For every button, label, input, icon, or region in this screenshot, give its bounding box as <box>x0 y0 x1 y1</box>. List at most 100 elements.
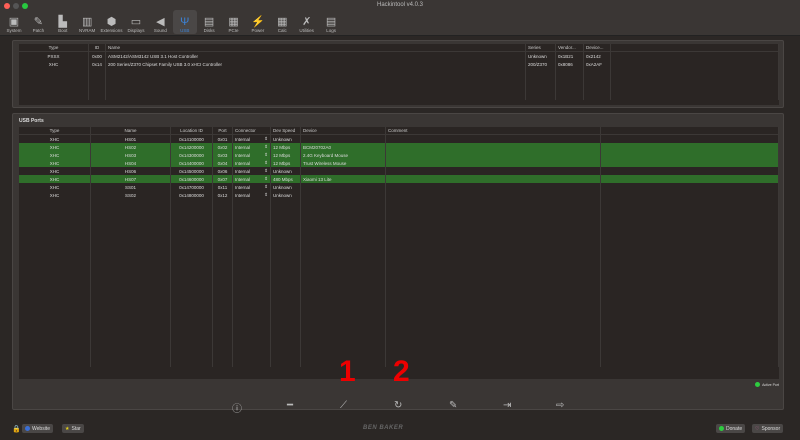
table-row[interactable]: XHC HS02 0x14200000 0x02 Internal ⇕ 12 Mbps BCM… <box>19 143 779 151</box>
empty-cell <box>19 319 91 327</box>
table-cell: HS07 <box>91 175 171 183</box>
column-header[interactable]: Name <box>106 44 526 51</box>
empty-cell <box>91 247 171 255</box>
toolbar-label: Extensions <box>100 28 123 33</box>
table-row[interactable]: PXSX 0x00 ASM2142/ASM3142 USB 3.1 Host Con… <box>19 52 779 60</box>
empty-cell <box>611 68 779 76</box>
table-cell <box>601 143 779 151</box>
connector-dropdown-icon[interactable]: ⇕ <box>264 176 268 182</box>
toolbar-sound[interactable]: ◀ Sound <box>148 10 172 34</box>
toolbar-pcie[interactable]: ▦ PCIe <box>222 10 246 34</box>
empty-cell <box>171 231 213 239</box>
toolbar-calc[interactable]: ▦ Calc <box>270 10 294 34</box>
table-row[interactable]: XHC HS04 0x14400000 0x04 Internal ⇕ 12 Mbps Tru… <box>19 159 779 167</box>
column-header[interactable]: Connector <box>233 127 271 134</box>
column-header[interactable]: Comment <box>386 127 601 134</box>
table-row[interactable]: XHC HS01 0x14100000 0x01 Internal ⇕ Unknown <box>19 135 779 143</box>
toolbar-power[interactable]: ⚡ Power <box>246 10 270 34</box>
empty-cell <box>19 311 91 319</box>
empty-cell <box>233 311 271 319</box>
connector-dropdown-icon[interactable]: ⇕ <box>264 144 268 150</box>
toolbar-usb[interactable]: Ψ USB <box>172 10 197 34</box>
empty-cell <box>213 343 233 351</box>
toolbar-utilities[interactable]: ✗ Utilities <box>295 10 319 34</box>
table-cell: Unknown <box>271 191 301 199</box>
empty-cell <box>233 319 271 327</box>
active-port-dot <box>755 382 761 387</box>
column-header[interactable]: Name <box>91 127 171 134</box>
table-cell: XHC <box>19 151 91 159</box>
empty-cell <box>171 351 213 359</box>
connector-dropdown-icon[interactable]: ⇕ <box>264 192 268 198</box>
website-button[interactable]: Website <box>22 424 53 433</box>
column-header[interactable]: Device <box>301 127 386 134</box>
column-header[interactable]: Series <box>526 44 556 51</box>
empty-cell <box>91 343 171 351</box>
table-cell: Internal ⇕ <box>233 183 271 191</box>
toolbar-logs[interactable]: ▤ Logs <box>319 10 343 34</box>
empty-row <box>19 76 779 84</box>
table-row[interactable]: XHC SS01 0x14700000 0x11 Internal ⇕ Unknown <box>19 183 779 191</box>
toolbar-patch[interactable]: ✎ Patch <box>26 10 50 34</box>
toolbar-boot[interactable]: ▙ Boot <box>51 10 75 34</box>
empty-cell <box>526 68 556 76</box>
empty-cell <box>19 199 91 207</box>
empty-cell <box>171 287 213 295</box>
star-button[interactable]: ★ Star <box>62 424 84 433</box>
export-icon[interactable]: ⇨ <box>556 400 564 411</box>
toolbar-displays[interactable]: ▭ Displays <box>124 10 148 34</box>
column-header[interactable]: Location ID <box>171 127 213 134</box>
toolbar-extensions[interactable]: ⬢ Extensions <box>100 10 124 34</box>
import-icon[interactable]: ⇥ <box>503 400 511 411</box>
empty-cell <box>19 76 89 84</box>
empty-cell <box>91 287 171 295</box>
column-header[interactable]: Vendor... <box>556 44 584 51</box>
sponsor-button[interactable]: ♡ Sponsor <box>752 424 784 433</box>
column-header[interactable]: Type <box>19 127 91 134</box>
info-icon[interactable]: ⓘ <box>232 400 242 415</box>
connector-dropdown-icon[interactable]: ⇕ <box>264 168 268 174</box>
table-row[interactable]: XHC SS02 0x14800000 0x12 Internal ⇕ Unknown <box>19 191 779 199</box>
connector-dropdown-icon[interactable]: ⇕ <box>264 184 268 190</box>
empty-cell <box>19 68 89 76</box>
toolbar-nvram[interactable]: ▥ NVRAM <box>75 10 99 34</box>
column-header[interactable]: ID <box>89 44 106 51</box>
refresh-icon[interactable]: ↻ <box>394 400 402 411</box>
table-row[interactable]: XHC HS06 0x14500000 0x06 Internal ⇕ Unknown <box>19 167 779 175</box>
column-header[interactable]: Type <box>19 44 89 51</box>
column-header[interactable]: Port <box>213 127 233 134</box>
inject-pen-icon[interactable]: ✎ <box>449 400 457 411</box>
empty-cell <box>271 343 301 351</box>
table-cell: XHC <box>19 159 91 167</box>
empty-cell <box>213 311 233 319</box>
empty-cell <box>301 343 386 351</box>
empty-cell <box>301 303 386 311</box>
toolbar-system[interactable]: ▣ System <box>2 10 26 34</box>
column-header[interactable]: Device... <box>584 44 611 51</box>
connector-dropdown-icon[interactable]: ⇕ <box>264 160 268 166</box>
empty-cell <box>601 319 779 327</box>
empty-cell <box>171 223 213 231</box>
donate-button[interactable]: Donate <box>716 424 746 433</box>
table-row[interactable]: XHC HS03 0x14300000 0x03 Internal ⇕ 12 Mbps 2.4… <box>19 151 779 159</box>
connector-dropdown-icon[interactable]: ⇕ <box>264 152 268 158</box>
remove-icon[interactable]: ━ <box>287 400 293 411</box>
sound-icon: ◀ <box>156 16 165 28</box>
empty-cell <box>526 84 556 92</box>
empty-cell <box>19 207 91 215</box>
table-cell: 0x14600000 <box>171 175 213 183</box>
toolbar-label: Power <box>251 28 265 33</box>
empty-cell <box>233 271 271 279</box>
table-cell <box>386 143 601 151</box>
table-cell: Internal ⇕ <box>233 151 271 159</box>
table-cell: Internal ⇕ <box>233 135 271 143</box>
table-row[interactable]: XHC HS07 0x14600000 0x07 Internal ⇕ 480 Mbps Xi… <box>19 175 779 183</box>
table-row[interactable]: XHC 0x14 200 Series/Z370 Chipset Family US… <box>19 60 779 68</box>
clear-broom-icon[interactable]: ⟋ <box>340 400 347 411</box>
column-header[interactable]: Dev Speed <box>271 127 301 134</box>
toolbar-disks[interactable]: ▤ Disks <box>197 10 221 34</box>
system-icon: ▣ <box>8 16 20 28</box>
empty-row <box>19 92 779 100</box>
lock-icon[interactable]: 🔒 <box>12 425 21 433</box>
connector-dropdown-icon[interactable]: ⇕ <box>264 136 268 142</box>
